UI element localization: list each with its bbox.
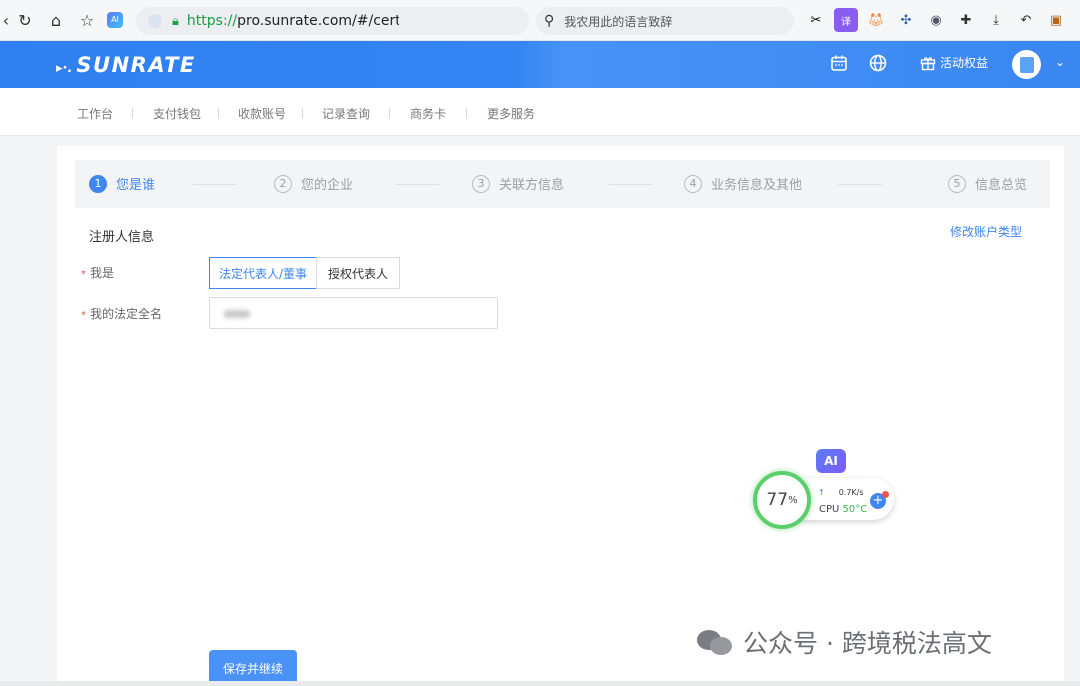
avatar[interactable] — [1012, 50, 1041, 79]
network-speed: ↑ 0.7K/s — [818, 488, 864, 497]
bottom-edge — [0, 681, 1080, 686]
nav-more-services[interactable]: 更多服务 — [487, 105, 535, 122]
step-connector — [193, 184, 237, 185]
app-header: ▸·. SUNRATE 活动权益 ⌄ — [0, 41, 1080, 88]
step-3[interactable]: 3 关联方信息 — [472, 174, 564, 193]
wechat-icon — [697, 628, 735, 656]
shield-icon[interactable]: ◉ — [924, 8, 948, 32]
step-progress: 1 您是谁 2 您的企业 3 关联方信息 4 业务信息及其他 5 信息总览 — [75, 160, 1050, 208]
cpu-usage-ring[interactable]: 77% — [753, 471, 811, 529]
redacted-name — [224, 310, 250, 318]
browser-toolbar: ‹ ↻ ⌂ ☆ AI 🔒︎ https://pro.sunrate.com/#/… — [0, 0, 1080, 41]
role-label: * 我是 — [81, 266, 115, 280]
wechat-watermark: 公众号 · 跨境税法高文 — [697, 624, 992, 660]
step-1[interactable]: 1 您是谁 — [89, 174, 155, 193]
nav-divider — [218, 108, 219, 118]
reload-icon[interactable]: ↻ — [11, 6, 39, 34]
chevron-down-icon[interactable]: ⌄ — [1055, 55, 1065, 69]
name-label: * 我的法定全名 — [81, 307, 163, 321]
undo-icon[interactable]: ↶ — [1014, 8, 1038, 32]
role-legal-rep-button[interactable]: 法定代表人/董事 — [209, 257, 317, 289]
translate-icon[interactable]: 译 — [834, 8, 858, 32]
benefits-button[interactable]: 活动权益 — [920, 54, 988, 71]
lock-icon: 🔒︎ — [172, 13, 179, 29]
step-4[interactable]: 4 业务信息及其他 — [684, 174, 802, 193]
sunrate-logo[interactable]: ▸·. SUNRATE — [56, 53, 196, 77]
fox-icon[interactable]: 🦊︎ — [864, 8, 888, 32]
network-icon[interactable]: ✣ — [894, 8, 918, 32]
step-connector — [609, 184, 653, 185]
ai-assistant-icon[interactable]: AI — [101, 6, 129, 34]
search-placeholder: 我农用此的语言致辞 — [564, 14, 673, 29]
browser-search[interactable]: ⚲ 我农用此的语言致辞 — [536, 7, 794, 35]
puzzle-icon[interactable]: ✚ — [954, 8, 978, 32]
search-icon: ⚲ — [544, 13, 555, 29]
nav-divider — [132, 108, 133, 118]
nav-receiving-accounts[interactable]: 收款账号 — [238, 105, 286, 122]
download-icon[interactable]: ⤓ — [984, 8, 1008, 32]
step-2[interactable]: 2 您的企业 — [274, 174, 353, 193]
registration-card: 1 您是谁 2 您的企业 3 关联方信息 4 业务信息及其他 5 信息总览 注册… — [57, 146, 1064, 686]
favorites-icon[interactable]: ☆ — [73, 6, 101, 34]
legal-name-input[interactable] — [209, 297, 498, 329]
home-icon[interactable]: ⌂ — [42, 6, 70, 34]
nav-wallet[interactable]: 支付钱包 — [153, 105, 201, 122]
gift-icon — [920, 56, 936, 70]
cpu-temperature: CPU 50°C — [819, 504, 868, 515]
nav-workbench[interactable]: 工作台 — [77, 105, 113, 122]
nav-business-card[interactable]: 商务卡 — [410, 105, 446, 122]
nav-divider — [466, 108, 467, 118]
site-info-icon[interactable] — [148, 14, 162, 28]
edit-account-type-link[interactable]: 修改账户类型 — [950, 223, 1022, 240]
sub-navigation: 工作台 支付钱包 收款账号 记录查询 商务卡 更多服务 — [0, 88, 1080, 136]
notification-dot — [882, 491, 889, 498]
calendar-icon[interactable] — [830, 54, 848, 72]
step-connector — [838, 184, 882, 185]
step-connector — [395, 184, 439, 185]
ai-badge[interactable]: AI — [816, 449, 846, 473]
section-title: 注册人信息 — [89, 230, 155, 245]
step-5[interactable]: 5 信息总览 — [948, 174, 1027, 193]
globe-icon[interactable] — [869, 54, 887, 72]
scissors-icon[interactable]: ✂ — [804, 8, 828, 32]
nav-records[interactable]: 记录查询 — [322, 105, 370, 122]
role-authorized-rep-button[interactable]: 授权代表人 — [316, 257, 400, 289]
address-bar[interactable]: 🔒︎ https://pro.sunrate.com/#/cert/cc ⚲ ⚡… — [136, 7, 656, 35]
briefcase-icon[interactable]: ▣ — [1044, 8, 1068, 32]
building-icon — [1019, 56, 1034, 73]
url-text[interactable]: https://pro.sunrate.com/#/cert/cc — [187, 13, 399, 29]
nav-divider — [302, 108, 303, 118]
nav-divider — [389, 108, 390, 118]
